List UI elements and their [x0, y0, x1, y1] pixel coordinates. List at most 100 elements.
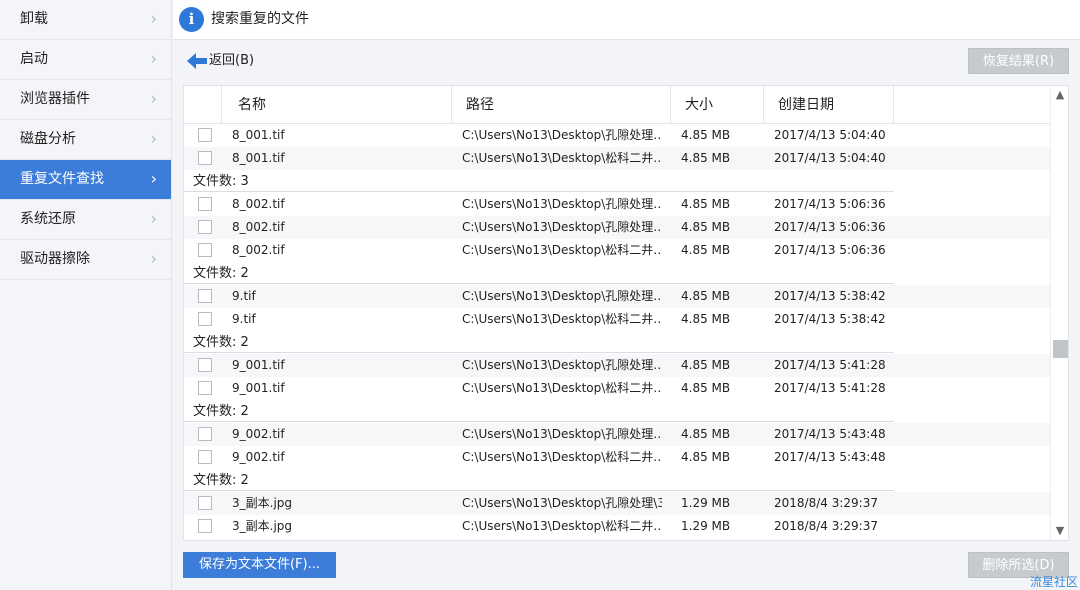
- file-name-cell: 8_002.tif: [232, 220, 285, 234]
- row-checkbox[interactable]: [198, 519, 212, 533]
- table-row[interactable]: 8_001.tif C:\Users\No13\Desktop\松科二井… 4.85…: [184, 147, 1050, 170]
- main-panel: i 搜索重复的文件 返回(B) 恢复结果(R) 名称 路径 大小 创建日期 8_…: [173, 0, 1080, 590]
- table-row[interactable]: 8_001.tif C:\Users\No13\Desktop\孔隙处理… 4.85…: [184, 124, 1050, 147]
- sidebar-item-label: 系统还原: [20, 211, 76, 227]
- scrollbar-thumb[interactable]: [1053, 340, 1068, 358]
- file-name-cell: 8_001.tif: [232, 128, 285, 142]
- created-date-cell: 2017/4/13 5:06:36: [774, 220, 886, 234]
- file-size-cell: 1.29 MB: [681, 496, 731, 510]
- table-row[interactable]: 9.tif C:\Users\No13\Desktop\孔隙处理… 4.85 MB 2…: [184, 285, 1050, 308]
- sidebar-item-duplicate-finder[interactable]: 重复文件查找 ›: [0, 160, 171, 200]
- table-row[interactable]: 9_002.tif C:\Users\No13\Desktop\孔隙处理… 4.85…: [184, 423, 1050, 446]
- vertical-scrollbar[interactable]: ▲ ▼: [1050, 86, 1068, 540]
- row-checkbox[interactable]: [198, 358, 212, 372]
- table-row[interactable]: 8_002.tif C:\Users\No13\Desktop\孔隙处理… 4.85…: [184, 216, 1050, 239]
- file-size-cell: 4.85 MB: [681, 289, 731, 303]
- column-header-path[interactable]: 路径: [452, 86, 671, 124]
- column-header-size[interactable]: 大小: [671, 86, 764, 124]
- group-count-label: 文件数: 2: [193, 404, 249, 419]
- info-icon: i: [179, 7, 204, 32]
- row-checkbox[interactable]: [198, 197, 212, 211]
- row-checkbox[interactable]: [198, 427, 212, 441]
- sidebar-item-disk-analysis[interactable]: 磁盘分析 ›: [0, 120, 171, 160]
- table-row[interactable]: 3_副本.jpg C:\Users\No13\Desktop\松科二井… 1.29 …: [184, 515, 1050, 538]
- sidebar-item-uninstall[interactable]: 卸载 ›: [0, 0, 171, 40]
- file-name-cell: 9_002.tif: [232, 450, 285, 464]
- chevron-right-icon: ›: [150, 209, 157, 228]
- back-button[interactable]: 返回(B): [187, 50, 254, 72]
- row-checkbox[interactable]: [198, 496, 212, 510]
- created-date-cell: 2017/4/13 5:04:40: [774, 128, 886, 142]
- watermark: 流星社区: [1029, 575, 1078, 589]
- file-path-cell: C:\Users\No13\Desktop\松科二井…: [462, 312, 662, 326]
- chevron-right-icon: ›: [150, 249, 157, 268]
- row-checkbox[interactable]: [198, 381, 212, 395]
- back-button-label: 返回(B): [209, 53, 255, 68]
- group-count-row: 文件数: 2: [184, 331, 1050, 354]
- group-count-row: 文件数: 3: [184, 170, 1050, 193]
- file-path-cell: C:\Users\No13\Desktop\松科二井…: [462, 151, 662, 165]
- group-divider: [184, 490, 894, 491]
- created-date-cell: 2017/4/13 5:38:42: [774, 289, 886, 303]
- table-row[interactable]: 9_001.tif C:\Users\No13\Desktop\孔隙处理… 4.85…: [184, 354, 1050, 377]
- sidebar-item-label: 磁盘分析: [20, 131, 76, 147]
- created-date-cell: 2018/8/4 3:29:37: [774, 519, 878, 533]
- file-size-cell: 4.85 MB: [681, 151, 731, 165]
- scroll-up-icon[interactable]: ▲: [1051, 86, 1068, 104]
- file-name-cell: 8_001.tif: [232, 151, 285, 165]
- created-date-cell: 2017/4/13 5:06:36: [774, 243, 886, 257]
- sidebar-item-system-restore[interactable]: 系统还原 ›: [0, 200, 171, 240]
- row-checkbox[interactable]: [198, 450, 212, 464]
- table-row[interactable]: 9_002.tif C:\Users\No13\Desktop\松科二井… 4.85…: [184, 446, 1050, 469]
- row-checkbox[interactable]: [198, 220, 212, 234]
- table-row[interactable]: 8_002.tif C:\Users\No13\Desktop\孔隙处理… 4.85…: [184, 193, 1050, 216]
- file-name-cell: 3_副本.jpg: [232, 519, 293, 533]
- page-title: 搜索重复的文件: [211, 11, 309, 27]
- group-count-row: 文件数: 2: [184, 262, 1050, 285]
- file-path-cell: C:\Users\No13\Desktop\松科二井…: [462, 381, 662, 395]
- sidebar-item-browser-plugins[interactable]: 浏览器插件 ›: [0, 80, 171, 120]
- file-name-cell: 9.tif: [232, 312, 256, 326]
- table-row[interactable]: 9_001.tif C:\Users\No13\Desktop\松科二井… 4.85…: [184, 377, 1050, 400]
- sidebar-item-label: 驱动器擦除: [20, 251, 90, 267]
- file-path-cell: C:\Users\No13\Desktop\松科二井…: [462, 519, 662, 533]
- sidebar-item-label: 浏览器插件: [20, 91, 90, 107]
- table-row[interactable]: 8_002.tif C:\Users\No13\Desktop\松科二井… 4.85…: [184, 239, 1050, 262]
- row-checkbox[interactable]: [198, 243, 212, 257]
- file-path-cell: C:\Users\No13\Desktop\孔隙处理…: [462, 197, 662, 211]
- file-name-cell: 8_002.tif: [232, 243, 285, 257]
- header-bar: i 搜索重复的文件: [173, 0, 1080, 40]
- file-size-cell: 4.85 MB: [681, 381, 731, 395]
- created-date-cell: 2017/4/13 5:43:48: [774, 427, 886, 441]
- table-header: 名称 路径 大小 创建日期: [184, 86, 1050, 124]
- group-divider: [184, 352, 894, 353]
- file-name-cell: 3_副本.jpg: [232, 496, 293, 510]
- file-path-cell: C:\Users\No13\Desktop\孔隙处理…: [462, 289, 662, 303]
- back-arrow-icon: [187, 52, 207, 69]
- chevron-right-icon: ›: [150, 49, 157, 68]
- table-row[interactable]: 9.tif C:\Users\No13\Desktop\松科二井… 4.85 MB 2…: [184, 308, 1050, 331]
- restore-results-button[interactable]: 恢复结果(R): [968, 48, 1069, 74]
- row-checkbox[interactable]: [198, 151, 212, 165]
- group-count-label: 文件数: 2: [193, 473, 249, 488]
- file-path-cell: C:\Users\No13\Desktop\松科二井…: [462, 450, 662, 464]
- file-size-cell: 4.85 MB: [681, 427, 731, 441]
- file-path-cell: C:\Users\No13\Desktop\孔隙处理…: [462, 220, 662, 234]
- file-size-cell: 4.85 MB: [681, 312, 731, 326]
- file-size-cell: 4.85 MB: [681, 243, 731, 257]
- sidebar-item-drive-wiper[interactable]: 驱动器擦除 ›: [0, 240, 171, 280]
- file-size-cell: 4.85 MB: [681, 220, 731, 234]
- row-checkbox[interactable]: [198, 312, 212, 326]
- scroll-down-icon[interactable]: ▼: [1051, 522, 1068, 540]
- header-checkbox-column: [184, 86, 222, 124]
- row-checkbox[interactable]: [198, 128, 212, 142]
- created-date-cell: 2017/4/13 5:06:36: [774, 197, 886, 211]
- file-path-cell: C:\Users\No13\Desktop\孔隙处理…: [462, 358, 662, 372]
- column-header-name[interactable]: 名称: [222, 86, 452, 124]
- save-as-text-button[interactable]: 保存为文本文件(F)...: [183, 552, 336, 578]
- row-checkbox[interactable]: [198, 289, 212, 303]
- column-header-date[interactable]: 创建日期: [764, 86, 894, 124]
- sidebar-item-startup[interactable]: 启动 ›: [0, 40, 171, 80]
- duplicates-table: 名称 路径 大小 创建日期 8_001.tif C:\Users\No13\Des…: [183, 85, 1069, 541]
- table-row[interactable]: 3_副本.jpg C:\Users\No13\Desktop\孔隙处理\3 1.29…: [184, 492, 1050, 515]
